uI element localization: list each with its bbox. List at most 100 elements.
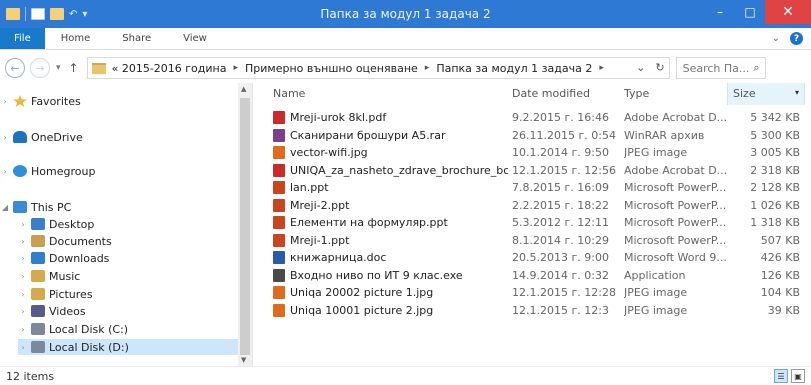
desktop-icon [31,218,45,230]
file-name-cell[interactable]: Mreji-urok 8kl.pdf [273,111,508,124]
breadcrumb-middle[interactable]: Примерно външно оценяване [245,62,418,75]
chevron-down-icon[interactable]: ⌄ [772,33,780,44]
file-type-cell: JPEG image [624,303,688,317]
scroll-down-icon[interactable]: ▼ [241,356,246,364]
table-row[interactable]: Uniqa 20002 picture 1.jpg 12.1.2015 г. 12… [268,284,805,301]
file-type-cell: Adobe Acrobat D... [624,163,727,177]
table-row[interactable]: vector-wifi.jpg 10.1.2014 г. 9:50 JPEG ima… [268,144,805,161]
large-icons-view-icon[interactable]: ▣ [791,369,805,383]
nav-item-local-disk-d[interactable]: › Local Disk (D:) [18,339,239,355]
table-row[interactable]: Mreji-1.ppt 8.1.2014 г. 10:29 Microsoft Po… [268,232,805,249]
file-name-cell[interactable]: Mreji-1.ppt [273,233,508,247]
minimize-button[interactable]: – [705,0,735,24]
breadcrumb-separator-icon[interactable]: ▸ [233,63,238,73]
nav-item-documents[interactable]: › Documents [18,233,112,249]
search-input[interactable]: Search Па... ⌕ [675,57,766,79]
table-row[interactable]: Uniqa 10001 picture 2.jpg 12.1.2015 г. 12… [268,302,805,319]
tab-share[interactable]: Share [106,28,167,49]
file-size-cell: 39 KB [767,303,800,317]
address-bar[interactable]: « 2015-2016 година ▸ Примерно външно оце… [86,57,670,79]
ppt-icon [273,216,285,229]
file-name-cell[interactable]: Сканирани брошури А5.rar [273,128,508,142]
nav-item-this-pc[interactable]: ◢ This PC [0,199,71,215]
expand-arrow-icon[interactable]: › [0,97,10,106]
refresh-button[interactable]: ↻ [655,61,664,74]
expand-arrow-icon[interactable]: › [18,220,28,229]
table-row[interactable]: Елементи на формуляр.ppt 5.3.2012 г. 12:1… [268,214,805,231]
nav-item-pictures[interactable]: › Pictures [18,286,93,302]
table-row[interactable]: lan.ppt 7.8.2015 г. 16:09 Microsoft PowerP… [268,179,805,196]
expand-arrow-icon[interactable]: › [18,254,28,263]
expand-arrow-icon[interactable]: › [18,237,28,246]
rar-icon [273,128,285,142]
table-row[interactable]: Mreji-2.ppt 2.2.2015 г. 18:22 Microsoft Po… [268,197,805,214]
nav-item-music[interactable]: › Music [18,268,80,284]
forward-button[interactable]: → [30,58,50,78]
breadcrumb-separator-icon[interactable]: ▸ [599,63,604,73]
up-button[interactable]: ↑ [69,61,79,75]
nav-label: Favorites [31,94,81,108]
nav-item-homegroup[interactable]: › Homegroup [0,163,95,179]
column-header-name[interactable]: Name [273,87,305,100]
expand-arrow-icon[interactable]: › [18,325,28,334]
nav-label: Documents [49,234,112,248]
breadcrumb-separator-icon[interactable]: ▸ [425,63,430,73]
nav-item-onedrive[interactable]: › OneDrive [0,129,83,145]
nav-item-videos[interactable]: › Videos [18,303,85,319]
scroll-up-icon[interactable]: ▲ [241,85,246,93]
star-icon [13,95,27,107]
maximize-button[interactable]: □ [735,0,765,24]
file-name-cell[interactable]: Входно ниво по ИТ 9 клас.exe [273,268,508,282]
table-row[interactable]: Входно ниво по ИТ 9 клас.exe 14.9.2014 г.… [268,267,805,284]
close-button[interactable]: ✕ [765,0,811,24]
tab-home[interactable]: Home [45,28,107,49]
search-icon[interactable]: ⌕ [753,61,759,75]
column-header-date[interactable]: Date modified [512,87,590,100]
expand-arrow-icon[interactable]: › [18,343,28,352]
file-name-cell[interactable]: Mreji-2.ppt [273,198,508,212]
nav-item-favorites[interactable]: › Favorites [0,93,81,109]
nav-item-downloads[interactable]: › Downloads [18,250,109,266]
expand-arrow-icon[interactable]: › [18,290,28,299]
details-view-icon[interactable]: ☰ [774,369,788,383]
nav-item-local-disk-c[interactable]: › Local Disk (C:) [18,321,128,337]
breadcrumb-current[interactable]: Папка за модул 1 задача 2 [436,62,592,75]
file-name-cell[interactable]: книжарница.doc [273,251,508,264]
tab-view[interactable]: View [167,28,223,49]
nav-scrollbar[interactable]: ▲ ▼ [238,83,252,366]
address-history-icon[interactable]: ⌄ [636,61,645,74]
file-date-cell: 7.8.2015 г. 16:09 [512,181,609,194]
file-name-cell[interactable]: Uniqa 20002 picture 1.jpg [273,286,508,299]
file-name-cell[interactable]: Елементи на формуляр.ppt [273,216,508,229]
expand-arrow-icon[interactable]: › [0,167,10,176]
nav-label: Pictures [49,287,93,301]
sort-dropdown-icon[interactable]: ▾ [795,88,799,97]
file-name-cell[interactable]: Uniqa 10001 picture 2.jpg [273,303,508,317]
file-name-cell[interactable]: UNIQA_za_nasheto_zdrave_brochure_bc... [273,163,508,177]
expand-arrow-icon[interactable]: ◢ [0,203,10,212]
file-name-cell[interactable]: vector-wifi.jpg [273,146,508,159]
help-icon[interactable]: ? [790,32,803,45]
status-bar: 12 items ☰ ▣ [0,366,811,385]
file-date-cell: 14.9.2014 г. 0:32 [512,268,609,282]
breadcrumb-parent[interactable]: « 2015-2016 година [112,62,227,75]
back-button[interactable]: ← [5,58,25,78]
nav-item-desktop[interactable]: › Desktop [18,216,94,232]
file-type-cell: JPEG image [624,146,688,159]
file-name-cell[interactable]: lan.ppt [273,181,508,194]
table-row[interactable]: Сканирани брошури А5.rar 26.11.2015 г. 0:… [268,127,805,144]
column-header-size[interactable]: Size ▾ [727,83,805,105]
expand-arrow-icon[interactable]: › [18,272,28,281]
nav-label: OneDrive [31,130,83,144]
expand-arrow-icon[interactable]: › [0,133,10,142]
tab-file[interactable]: File [0,28,45,49]
expand-arrow-icon[interactable]: › [18,307,28,316]
table-row[interactable]: книжарница.doc 20.5.2013 г. 9:00 Microsoft… [268,249,805,266]
recent-locations-icon[interactable]: ▾ [56,63,61,73]
downloads-icon [31,252,45,264]
table-row[interactable]: UNIQA_za_nasheto_zdrave_brochure_bc... 12… [268,162,805,179]
scrollbar-thumb[interactable] [240,98,250,355]
column-header-type[interactable]: Type [624,87,649,100]
table-row[interactable]: Mreji-urok 8kl.pdf 9.2.2015 г. 16:46 Adobe… [268,109,805,126]
cloud-icon [13,131,27,143]
